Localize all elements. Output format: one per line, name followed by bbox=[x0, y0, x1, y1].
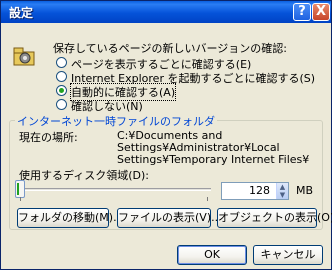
ok-button[interactable]: OK bbox=[177, 245, 247, 265]
move-folder-button[interactable]: フォルダの移動(M)... bbox=[17, 208, 124, 228]
radio-automatic[interactable] bbox=[56, 85, 67, 96]
disk-space-label: 使用するディスク領域(D): bbox=[19, 169, 149, 182]
disk-space-slider-track[interactable] bbox=[23, 188, 211, 191]
gear-icon bbox=[13, 47, 35, 66]
title-bar[interactable]: 設定 ? X bbox=[1, 1, 331, 23]
radio-every-visit[interactable] bbox=[56, 57, 67, 68]
disk-space-unit: MB bbox=[296, 184, 314, 197]
dialog-title: 設定 bbox=[9, 6, 34, 20]
cancel-button[interactable]: キャンセル bbox=[253, 245, 323, 265]
spin-arrows-icon[interactable]: ▲ ▼ bbox=[276, 183, 288, 199]
slider-tick bbox=[20, 197, 21, 201]
radio-never-label[interactable]: 確認しない(N) bbox=[71, 98, 143, 114]
view-objects-button[interactable]: オブジェクトの表示(O)... bbox=[217, 208, 332, 228]
current-location-line: Settings¥Temporary Internet Files¥ bbox=[117, 153, 310, 166]
temp-files-group-title: インターネット一時ファイルのフォルダ bbox=[15, 113, 217, 129]
view-files-button[interactable]: ファイルの表示(V)... bbox=[117, 208, 222, 228]
close-icon[interactable]: X bbox=[312, 3, 330, 21]
current-location-label: 現在の場所: bbox=[19, 131, 78, 144]
radio-never[interactable] bbox=[56, 99, 67, 110]
check-newer-heading: 保存しているページの新しいバージョンの確認: bbox=[53, 42, 287, 55]
disk-space-slider-thumb[interactable] bbox=[15, 180, 25, 198]
settings-dialog: 設定 ? X 保存しているページの新しいバージョンの確認: ページを表示するごと… bbox=[0, 0, 332, 270]
help-icon[interactable]: ? bbox=[293, 3, 311, 21]
slider-tick bbox=[207, 197, 208, 201]
radio-every-start[interactable] bbox=[56, 71, 67, 82]
